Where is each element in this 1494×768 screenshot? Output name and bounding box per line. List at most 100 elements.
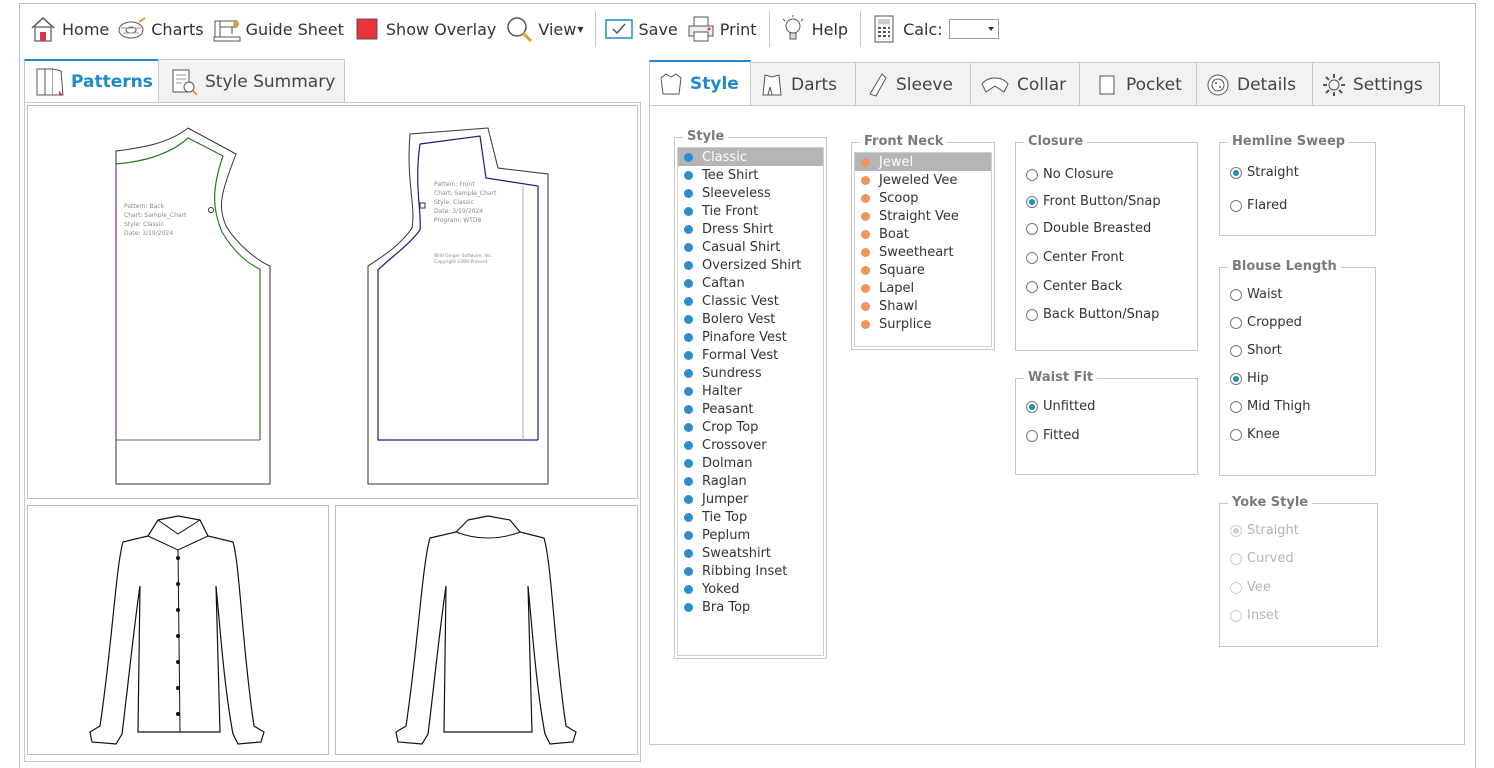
list-item-label: Surplice bbox=[879, 316, 932, 332]
tab-style[interactable]: Style bbox=[649, 60, 751, 106]
waist-fit-group: Waist Fit Unfitted Fitted bbox=[1015, 370, 1198, 475]
radio-center-back[interactable]: Center Back bbox=[1026, 279, 1122, 294]
list-item-jeweled-vee[interactable]: Jeweled Vee bbox=[855, 171, 991, 189]
list-item-dolman[interactable]: Dolman bbox=[678, 454, 823, 472]
guide-sheet-button[interactable]: Guide Sheet bbox=[210, 9, 350, 49]
list-item-lapel[interactable]: Lapel bbox=[855, 279, 991, 297]
list-item-label: Square bbox=[879, 262, 925, 278]
tab-details[interactable]: Details bbox=[1196, 62, 1313, 106]
save-button[interactable]: Save bbox=[602, 9, 683, 49]
bullet-icon bbox=[684, 260, 693, 270]
radio-label: Inset bbox=[1247, 608, 1279, 623]
radio-cropped[interactable]: Cropped bbox=[1230, 315, 1302, 330]
list-item-label: Tie Front bbox=[702, 203, 759, 219]
list-item-boat[interactable]: Boat bbox=[855, 225, 991, 243]
radio-button-icon bbox=[1230, 581, 1242, 594]
radio-flared[interactable]: Flared bbox=[1230, 198, 1287, 213]
radio-button-icon bbox=[1026, 400, 1038, 413]
list-item-sleeveless[interactable]: Sleeveless bbox=[678, 184, 823, 202]
list-item-pinafore-vest[interactable]: Pinafore Vest bbox=[678, 328, 823, 346]
tab-style-summary[interactable]: Style Summary bbox=[158, 59, 345, 103]
list-item-label: Formal Vest bbox=[702, 347, 779, 363]
list-item-straight-vee[interactable]: Straight Vee bbox=[855, 207, 991, 225]
radio-straight[interactable]: Straight bbox=[1230, 165, 1299, 180]
home-button[interactable]: Home bbox=[26, 9, 115, 49]
list-item-casual-shirt[interactable]: Casual Shirt bbox=[678, 238, 823, 256]
list-item-formal-vest[interactable]: Formal Vest bbox=[678, 346, 823, 364]
list-item-shawl[interactable]: Shawl bbox=[855, 297, 991, 315]
show-overlay-button[interactable]: Show Overlay bbox=[350, 9, 502, 49]
radio-mid-thigh[interactable]: Mid Thigh bbox=[1230, 399, 1311, 414]
style-list[interactable]: Classic Tee Shirt Sleeveless Tie Front Dress… bbox=[677, 147, 824, 656]
home-icon bbox=[31, 16, 55, 42]
list-item-scoop[interactable]: Scoop bbox=[855, 189, 991, 207]
bullet-icon bbox=[684, 602, 693, 612]
yoke-style-group: Yoke Style Straight Curved Vee Inset bbox=[1219, 495, 1378, 647]
radio-label: Back Button/Snap bbox=[1043, 307, 1160, 322]
list-item-bolero-vest[interactable]: Bolero Vest bbox=[678, 310, 823, 328]
list-item-raglan[interactable]: Raglan bbox=[678, 472, 823, 490]
bullet-icon bbox=[684, 386, 693, 396]
calc-select[interactable] bbox=[948, 19, 999, 39]
list-item-oversized-shirt[interactable]: Oversized Shirt bbox=[678, 256, 823, 274]
list-item-sweatshirt[interactable]: Sweatshirt bbox=[678, 544, 823, 562]
list-item-peasant[interactable]: Peasant bbox=[678, 400, 823, 418]
tab-darts[interactable]: Darts bbox=[750, 62, 856, 106]
list-item-tee-shirt[interactable]: Tee Shirt bbox=[678, 166, 823, 184]
list-item-sundress[interactable]: Sundress bbox=[678, 364, 823, 382]
help-button[interactable]: Help bbox=[776, 9, 854, 49]
tab-sleeve[interactable]: Sleeve bbox=[855, 62, 971, 106]
radio-center-front[interactable]: Center Front bbox=[1026, 250, 1124, 265]
list-item-yoked[interactable]: Yoked bbox=[678, 580, 823, 598]
view-button[interactable]: View ▼ bbox=[502, 9, 589, 49]
radio-fitted[interactable]: Fitted bbox=[1026, 428, 1080, 443]
print-button[interactable]: Print bbox=[684, 9, 763, 49]
list-item-peplum[interactable]: Peplum bbox=[678, 526, 823, 544]
list-item-jumper[interactable]: Jumper bbox=[678, 490, 823, 508]
list-item-caftan[interactable]: Caftan bbox=[678, 274, 823, 292]
list-item-bra-top[interactable]: Bra Top bbox=[678, 598, 823, 616]
pattern-pieces-view[interactable]: Pattern: Back Chart: Sample_Chart Style:… bbox=[27, 105, 638, 499]
list-item-tie-top[interactable]: Tie Top bbox=[678, 508, 823, 526]
radio-short[interactable]: Short bbox=[1230, 343, 1282, 358]
radio-double-breasted[interactable]: Double Breasted bbox=[1026, 221, 1151, 236]
calculator-icon bbox=[874, 15, 894, 43]
radio-knee[interactable]: Knee bbox=[1230, 427, 1280, 442]
list-item-label: Crop Top bbox=[702, 419, 759, 435]
back-blouse-drawing bbox=[395, 515, 577, 745]
list-item-ribbing-inset[interactable]: Ribbing Inset bbox=[678, 562, 823, 580]
list-item-classic-vest[interactable]: Classic Vest bbox=[678, 292, 823, 310]
radio-waist[interactable]: Waist bbox=[1230, 287, 1282, 302]
bullet-icon bbox=[684, 422, 693, 432]
overlay-icon bbox=[356, 18, 378, 40]
radio-back-button-snap[interactable]: Back Button/Snap bbox=[1026, 307, 1159, 322]
list-item-crop-top[interactable]: Crop Top bbox=[678, 418, 823, 436]
radio-button-icon bbox=[1230, 344, 1242, 357]
radio-no-closure[interactable]: No Closure bbox=[1026, 167, 1114, 182]
list-item-jewel[interactable]: Jewel bbox=[855, 153, 991, 171]
list-item-crossover[interactable]: Crossover bbox=[678, 436, 823, 454]
list-item-label: Shawl bbox=[879, 298, 918, 314]
front-copyright-2: Copyright 1999-Present bbox=[434, 259, 488, 265]
list-item-dress-shirt[interactable]: Dress Shirt bbox=[678, 220, 823, 238]
radio-unfitted[interactable]: Unfitted bbox=[1026, 399, 1095, 414]
tab-patterns[interactable]: Patterns bbox=[24, 59, 159, 103]
radio-label: Vee bbox=[1247, 580, 1271, 595]
charts-button[interactable]: Charts bbox=[115, 9, 209, 49]
list-item-square[interactable]: Square bbox=[855, 261, 991, 279]
radio-label: Flared bbox=[1247, 198, 1288, 213]
blouse-icon bbox=[660, 73, 682, 95]
tab-collar[interactable]: Collar bbox=[970, 62, 1080, 106]
list-item-label: Oversized Shirt bbox=[702, 257, 802, 273]
list-item-halter[interactable]: Halter bbox=[678, 382, 823, 400]
front-neck-list[interactable]: Jewel Jeweled Vee Scoop Straight Vee Boat Swe… bbox=[854, 152, 992, 347]
list-item-tie-front[interactable]: Tie Front bbox=[678, 202, 823, 220]
yoke-style-group-title: Yoke Style bbox=[1228, 495, 1313, 511]
list-item-classic[interactable]: Classic bbox=[678, 148, 823, 166]
tab-pocket[interactable]: Pocket bbox=[1079, 62, 1197, 106]
list-item-surplice[interactable]: Surplice bbox=[855, 315, 991, 333]
tab-settings[interactable]: Settings bbox=[1312, 62, 1440, 106]
list-item-sweetheart[interactable]: Sweetheart bbox=[855, 243, 991, 261]
radio-hip[interactable]: Hip bbox=[1230, 371, 1269, 386]
radio-front-button-snap[interactable]: Front Button/Snap bbox=[1026, 194, 1161, 209]
